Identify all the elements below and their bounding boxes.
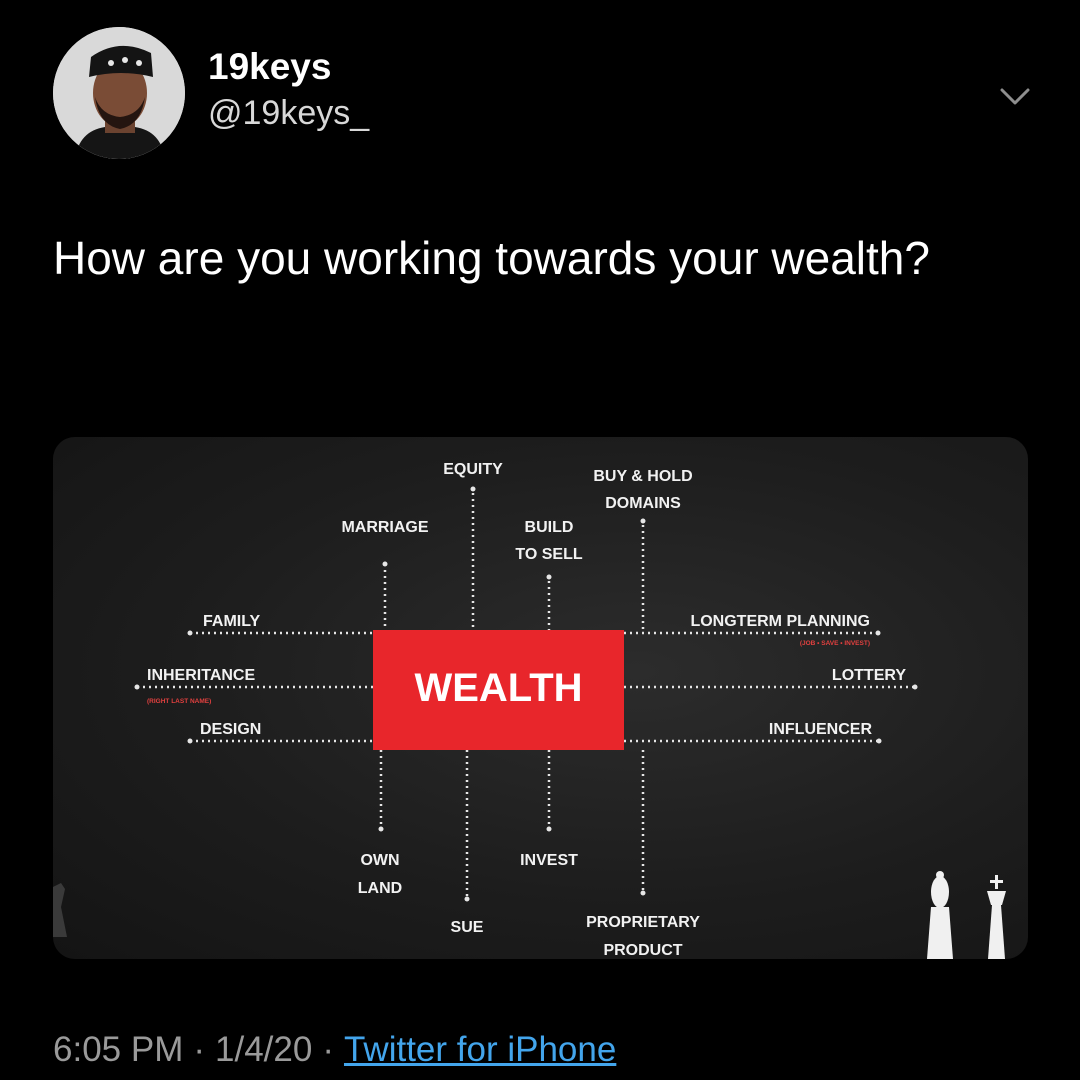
label-own-line1: OWN <box>360 852 399 869</box>
label-inheritance: INHERITANCE <box>147 667 255 684</box>
avatar[interactable] <box>53 27 185 159</box>
label-marriage: MARRIAGE <box>341 519 428 536</box>
label-equity: EQUITY <box>443 461 503 478</box>
tweet-footer: 6:05 PM · 1/4/20 · Twitter for iPhone <box>53 1026 616 1074</box>
label-design: DESIGN <box>200 721 261 738</box>
tweet-time[interactable]: 6:05 PM <box>53 1030 183 1069</box>
label-proprietary-line2: PRODUCT <box>603 942 682 959</box>
label-own-line2: LAND <box>358 880 402 897</box>
chess-pieces-icon <box>53 871 1006 959</box>
label-build-line1: BUILD <box>525 519 574 536</box>
label-influencer: INFLUENCER <box>769 721 873 738</box>
label-sue: SUE <box>451 919 484 936</box>
label-longterm-planning: LONGTERM PLANNING <box>690 613 870 630</box>
label-build-line2: TO SELL <box>515 546 582 563</box>
tweet-media-image[interactable]: WEALTH EQUITY BUY & HOLD DOMAINS MARRIAG… <box>53 437 1028 959</box>
chevron-down-icon[interactable] <box>996 84 1034 108</box>
separator-dot: · <box>193 1030 206 1069</box>
label-buy-hold-line1: BUY & HOLD <box>593 468 692 485</box>
tweet-date[interactable]: 1/4/20 <box>215 1030 312 1069</box>
label-buy-hold-line2: DOMAINS <box>605 495 681 512</box>
label-longterm-sub: (JOB • SAVE • INVEST) <box>800 640 870 647</box>
label-lottery: LOTTERY <box>832 667 906 684</box>
tweet-text: How are you working towards your wealth? <box>53 232 930 284</box>
author-handle[interactable]: @19keys_ <box>208 92 369 134</box>
author-display-name[interactable]: 19keys <box>208 44 331 90</box>
tweet-source-link[interactable]: Twitter for iPhone <box>344 1030 616 1069</box>
label-invest: INVEST <box>520 852 578 869</box>
label-family: FAMILY <box>203 613 261 630</box>
label-inheritance-sub: (RIGHT LAST NAME) <box>147 698 211 705</box>
label-proprietary-line1: PROPRIETARY <box>586 914 700 931</box>
wealth-center-label: WEALTH <box>414 666 582 710</box>
separator-dot: · <box>322 1030 334 1069</box>
